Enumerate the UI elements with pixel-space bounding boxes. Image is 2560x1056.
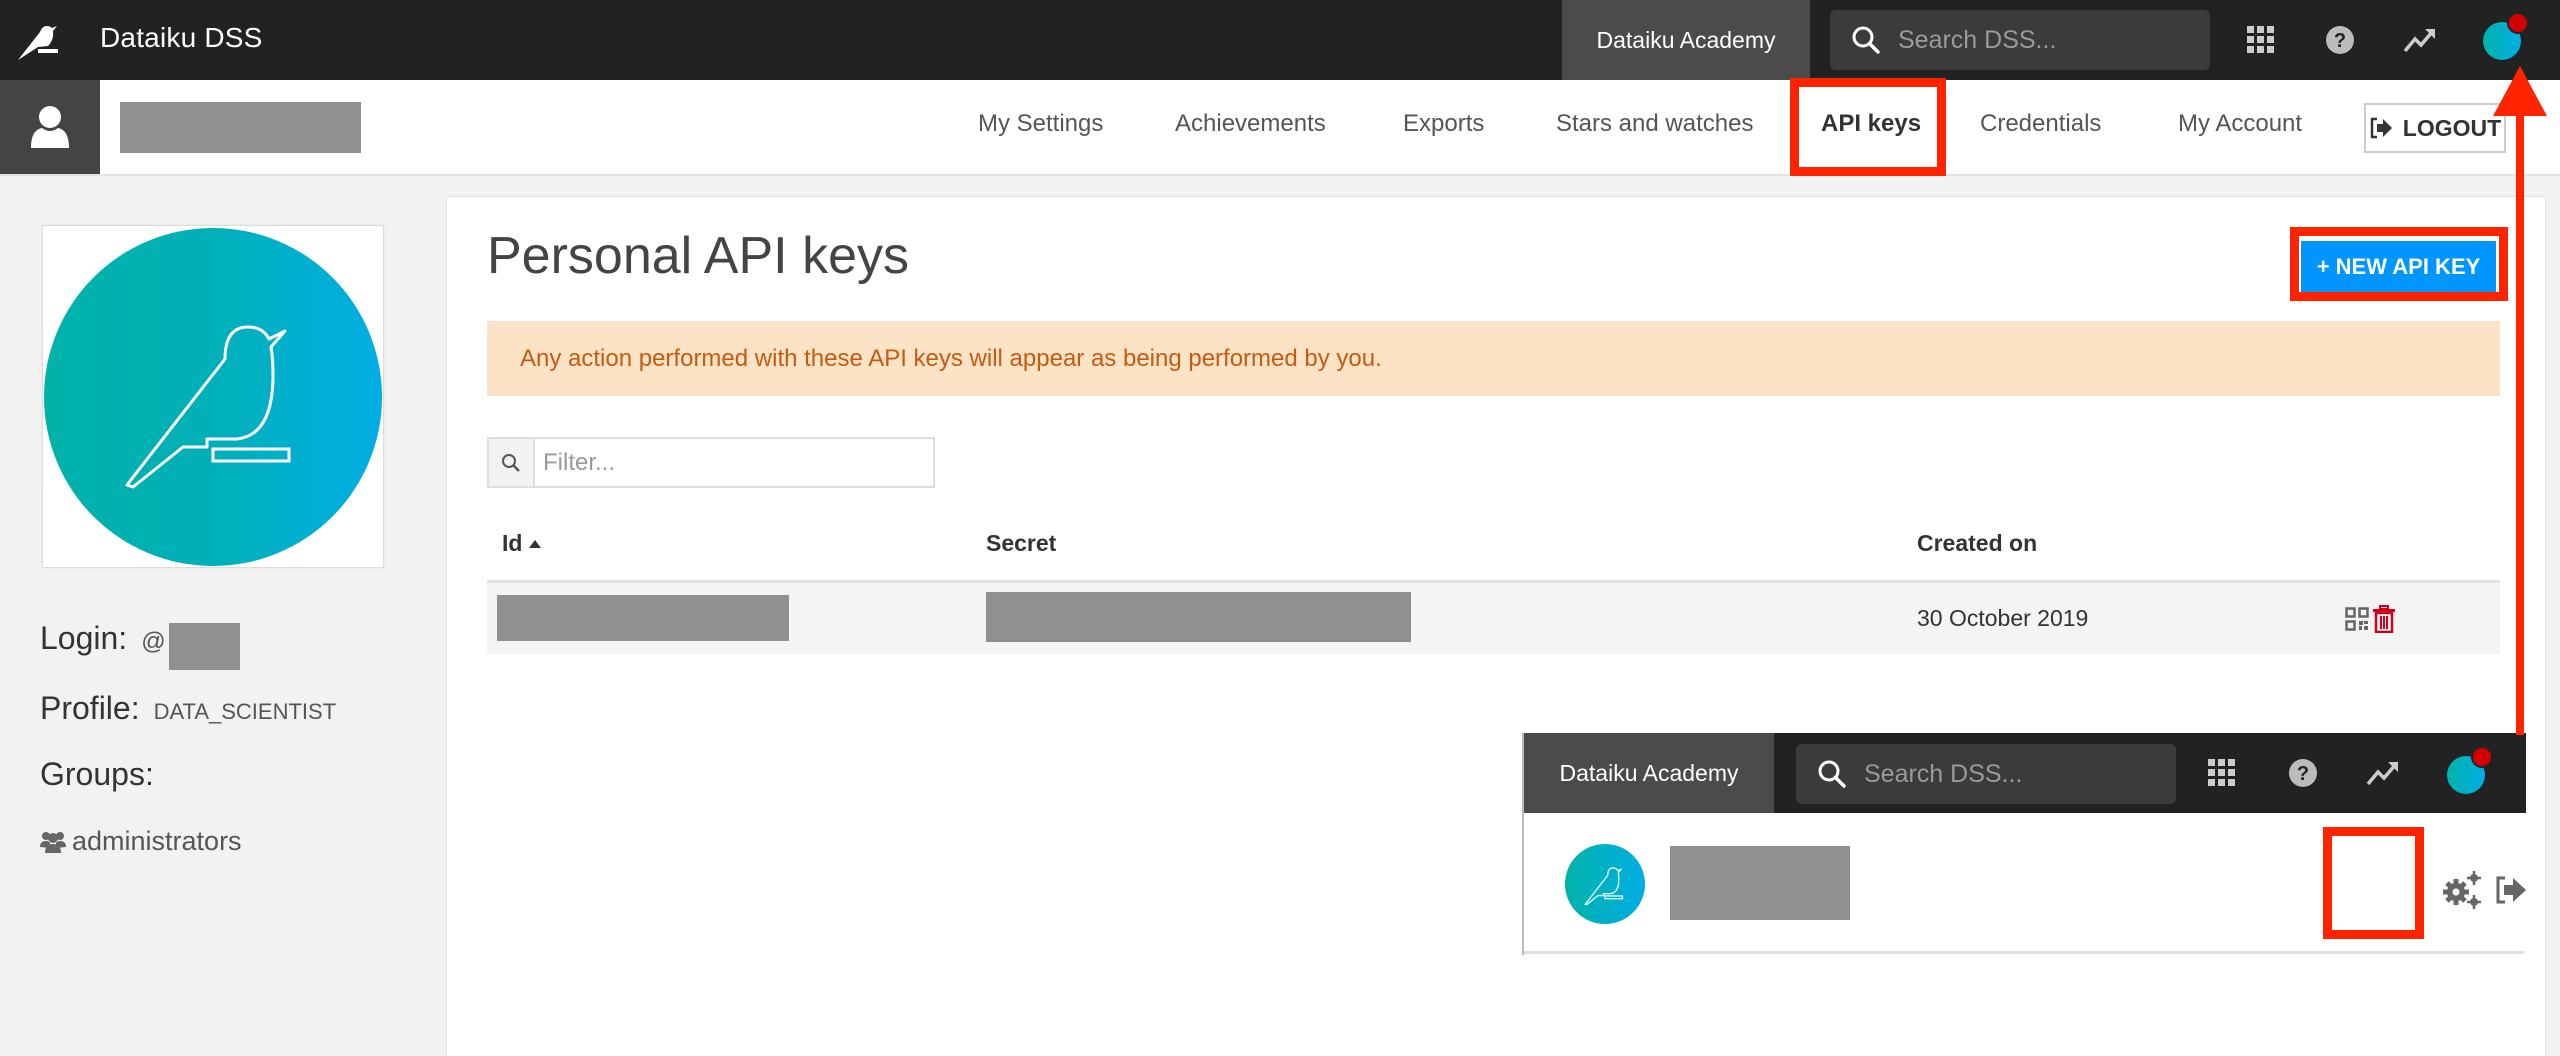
group-name: administrators [72,826,242,856]
annotation-arrow-line [2516,110,2524,735]
popup-search-placeholder: Search DSS... [1864,759,2023,788]
row-actions [2345,605,2395,633]
user-icon [0,80,100,174]
tab-exports[interactable]: Exports [1403,110,1484,138]
warning-banner: Any action performed with these API keys… [487,321,2500,396]
column-header-created-on[interactable]: Created on [1917,530,2037,557]
new-api-key-button[interactable]: + NEW API KEY [2300,240,2497,293]
login-redacted [169,623,240,670]
page-title: Personal API keys [487,227,909,285]
settings-gears-icon[interactable] [2442,870,2484,912]
user-avatar[interactable] [2483,12,2529,60]
sort-ascending-icon [529,539,542,548]
logout-button[interactable]: LOGOUT [2364,103,2506,153]
popup-profile-avatar[interactable] [1565,844,1645,924]
column-id-label: Id [502,530,523,556]
key-id-redacted [497,595,789,641]
users-group-icon [40,831,66,853]
key-secret-redacted [986,592,1411,642]
profile-line: Profile: DATA_SCIENTIST [40,690,336,727]
profile-avatar[interactable] [42,225,384,568]
delete-trash-icon[interactable] [2373,605,2395,633]
user-profile-bar: My Settings Achievements Exports Stars a… [0,80,2560,176]
logout-icon[interactable] [2494,875,2528,905]
profile-label: Profile: [40,690,140,726]
popup-search-input[interactable]: Search DSS... [1796,744,2176,804]
top-navbar: Dataiku DSS Dataiku Academy Search DSS..… [0,0,2560,80]
groups-label: Groups: [40,756,154,792]
tab-credentials[interactable]: Credentials [1980,110,2101,138]
dataiku-bird-icon [125,325,291,488]
column-header-id[interactable]: Id [502,530,542,557]
tab-achievements[interactable]: Achievements [1175,110,1326,138]
popup-user-avatar[interactable] [2447,746,2493,794]
logout-label: LOGOUT [2402,114,2502,141]
svg-text:?: ? [2334,30,2346,52]
popup-username-redacted [1670,846,1850,920]
search-input[interactable]: Search DSS... [1830,10,2210,70]
login-prefix: @ [141,628,166,655]
dataiku-academy-link[interactable]: Dataiku Academy [1562,0,1810,80]
popup-divider [1524,951,2524,954]
apps-grid-icon[interactable] [2204,755,2240,791]
filter-search-icon [489,439,535,486]
tab-my-account[interactable]: My Account [2178,110,2302,138]
tab-my-settings[interactable]: My Settings [978,110,1103,138]
search-icon [1852,26,1880,54]
notification-dot [2471,746,2493,768]
filter-field[interactable] [487,437,935,488]
login-label: Login: [40,620,128,656]
help-icon[interactable]: ? [2322,22,2358,58]
created-on-cell: 30 October 2019 [1917,605,2089,631]
group-item[interactable]: administrators [40,826,242,857]
qr-code-icon[interactable] [2345,607,2369,631]
user-menu-popup: Dataiku Academy Search DSS... ? [1522,733,2526,955]
apps-grid-icon[interactable] [2243,22,2279,58]
column-header-secret[interactable]: Secret [986,530,1056,557]
activity-trend-icon[interactable] [2365,755,2401,791]
help-icon[interactable]: ? [2285,755,2321,791]
svg-text:?: ? [2297,763,2309,785]
column-secret-label: Secret [986,530,1057,556]
popup-dataiku-academy-link[interactable]: Dataiku Academy [1524,733,1774,813]
warning-text: Any action performed with these API keys… [520,344,1382,372]
tab-api-keys[interactable]: API keys [1821,110,1921,138]
search-icon [1818,760,1846,788]
activity-trend-icon[interactable] [2402,22,2438,58]
notification-dot [2507,12,2529,34]
username-redacted [120,102,361,153]
dataiku-bird-icon [1584,867,1624,906]
search-placeholder: Search DSS... [1898,25,2057,54]
dataiku-bird-logo[interactable] [16,20,60,62]
profile-avatar-image [44,227,382,566]
app-title[interactable]: Dataiku DSS [100,22,263,54]
profile-value: DATA_SCIENTIST [153,699,337,724]
logout-icon [2370,117,2392,139]
column-created-label: Created on [1917,530,2038,556]
tab-stars-and-watches[interactable]: Stars and watches [1556,110,1753,138]
filter-input[interactable] [535,439,933,486]
groups-line: Groups: [40,756,154,793]
popup-navbar: Dataiku Academy Search DSS... ? [1524,733,2526,813]
login-line: Login: @ [40,620,166,657]
annotation-arrow-head [2493,66,2547,116]
